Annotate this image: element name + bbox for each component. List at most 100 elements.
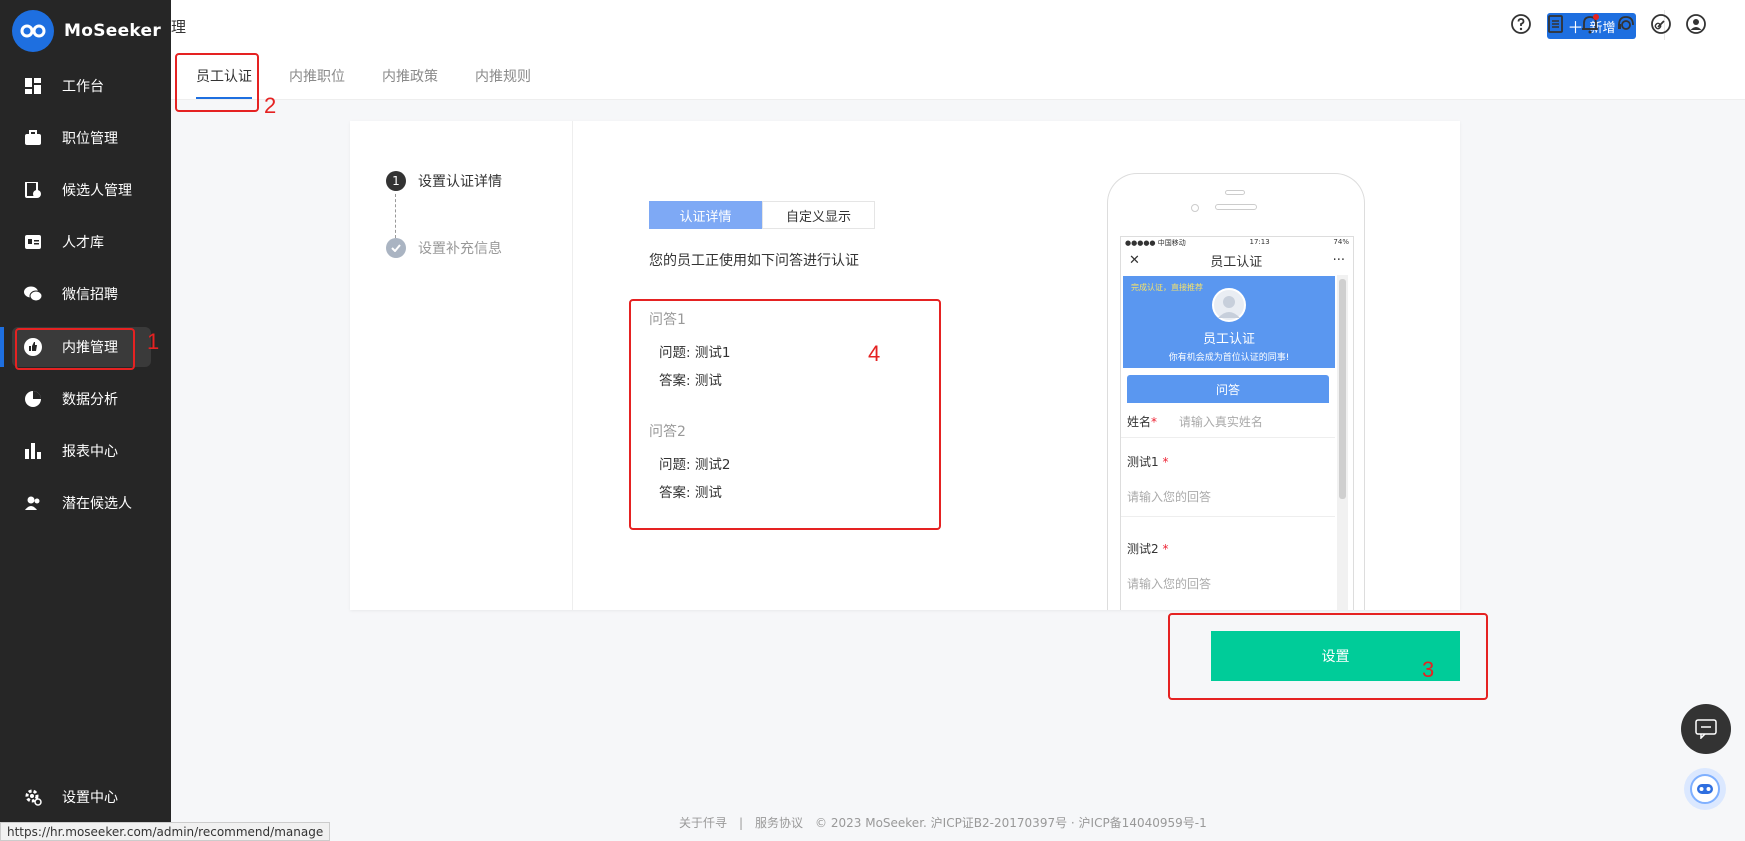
wechat-icon	[24, 285, 42, 303]
header-fragment-text: 理	[171, 18, 187, 36]
chat-icon	[1695, 719, 1717, 739]
annotation-number-2: 2	[264, 93, 277, 118]
annotation-number-1: 1	[147, 329, 160, 354]
step-2-label: 设置补充信息	[418, 241, 502, 257]
phone-screen: ●●●●● 中国移动 17:13 74% ✕ 员工认证 ··· 完成认证，直接推…	[1120, 236, 1354, 610]
sidebar-item-talent-pool[interactable]: 人才库	[0, 216, 171, 268]
sidebar: MoSeeker 工作台 职位管理 候选人管理 人才库 微信招聘 内推管理 数据…	[0, 0, 171, 841]
brand-logo[interactable]: MoSeeker	[12, 10, 161, 52]
sidebar-item-wechat[interactable]: 微信招聘	[0, 268, 171, 320]
tab-referral-jobs[interactable]: 内推职位	[289, 66, 345, 86]
question-2-field[interactable]: 测试2 * 请输入您的回答	[1127, 540, 1211, 592]
phone-sensor	[1225, 190, 1245, 195]
sidebar-item-label: 工作台	[62, 79, 104, 95]
sidebar-item-label: 候选人管理	[62, 183, 132, 199]
logo-mark-icon	[12, 10, 54, 52]
step-number: 1	[386, 171, 406, 191]
annotation-number-4: 4	[868, 341, 881, 366]
sidebar-item-label: 报表中心	[62, 444, 118, 460]
sidebar-item-reports[interactable]: 报表中心	[0, 425, 171, 477]
candidate-doc-icon	[24, 181, 42, 199]
sidebar-item-analytics[interactable]: 数据分析	[0, 373, 171, 425]
bell-icon[interactable]	[1579, 13, 1601, 35]
footer-text: 关于仟寻 | 服务协议 © 2023 MoSeeker. 沪ICP证B2-201…	[679, 816, 1207, 830]
more-icon[interactable]: ···	[1333, 253, 1345, 268]
name-field[interactable]: 姓名* 请输入真实姓名	[1127, 413, 1327, 430]
gear-icon	[24, 788, 42, 806]
annotation-box-2	[175, 53, 259, 112]
user-avatar-icon[interactable]	[1685, 13, 1707, 35]
document-icon[interactable]	[1545, 13, 1567, 35]
banner-tagline: 完成认证，直接推荐	[1131, 283, 1203, 292]
banner-subtitle: 你有机会成为首位认证的同事!	[1168, 353, 1290, 363]
dashboard-icon	[24, 77, 42, 95]
steps-panel: 1 设置认证详情 设置补充信息	[350, 121, 573, 610]
tab-referral-rules[interactable]: 内推规则	[475, 66, 531, 86]
support-agent-icon[interactable]	[1615, 13, 1637, 35]
bar-chart-icon	[24, 442, 42, 460]
required-mark: *	[1162, 455, 1169, 469]
help-icon[interactable]	[1510, 13, 1532, 35]
phone-scrollbar[interactable]	[1339, 279, 1346, 499]
status-url: https://hr.moseeker.com/admin/recommend/…	[0, 822, 331, 841]
link-icon[interactable]	[1650, 13, 1672, 35]
question-1-label: 测试1	[1127, 455, 1159, 469]
banner-title: 员工认证	[1202, 332, 1255, 347]
step-1[interactable]: 1 设置认证详情	[386, 171, 502, 191]
pie-chart-icon	[24, 390, 42, 408]
thumb-up-icon	[24, 338, 42, 356]
required-mark: *	[1162, 542, 1169, 556]
tab-referral-policy[interactable]: 内推政策	[382, 66, 438, 86]
phone-preview: ●●●●● 中国移动 17:13 74% ✕ 员工认证 ··· 完成认证，直接推…	[1107, 173, 1365, 610]
phone-status-bar: ●●●●● 中国移动 17:13 74%	[1121, 237, 1353, 249]
status-time: 17:13	[1249, 238, 1270, 246]
annotation-number-3: 3	[1422, 657, 1435, 682]
sidebar-item-label: 设置中心	[62, 790, 118, 806]
assistant-robot-icon[interactable]	[1684, 768, 1726, 810]
chat-button[interactable]	[1681, 704, 1731, 754]
name-placeholder: 请输入真实姓名	[1178, 415, 1263, 429]
avatar-icon	[1212, 288, 1246, 322]
top-header: 理 ＋ 新增	[171, 0, 1745, 48]
question-2-placeholder: 请输入您的回答	[1127, 577, 1212, 591]
sidebar-item-label: 微信招聘	[62, 287, 118, 303]
question-1-placeholder: 请输入您的回答	[1127, 490, 1212, 504]
verification-banner: 完成认证，直接推荐 员工认证 你有机会成为首位认证的同事!	[1123, 276, 1335, 368]
question-1-field[interactable]: 测试1 * 请输入您的回答	[1127, 453, 1211, 505]
question-2-label: 测试2	[1127, 542, 1159, 556]
sidebar-item-potential[interactable]: 潜在候选人	[0, 477, 171, 529]
sidebar-item-label: 人才库	[62, 235, 104, 251]
sidebar-item-label: 职位管理	[62, 131, 118, 147]
segment-verification-details[interactable]: 认证详情	[649, 201, 762, 229]
sidebar-item-jobs[interactable]: 职位管理	[0, 112, 171, 164]
phone-speaker	[1215, 204, 1257, 210]
sidebar-item-label: 数据分析	[62, 392, 118, 408]
qa-description: 您的员工正使用如下问答进行认证	[649, 253, 859, 269]
required-mark: *	[1151, 415, 1158, 429]
annotation-box-4	[629, 299, 941, 530]
phone-nav-title: 员工认证	[1210, 254, 1263, 270]
tab-bar: 员工认证 内推职位 内推政策 内推规则	[171, 48, 1745, 100]
sidebar-item-candidates[interactable]: 候选人管理	[0, 164, 171, 216]
view-segmented-control: 认证详情 自定义显示	[649, 201, 875, 229]
close-icon[interactable]: ✕	[1129, 253, 1140, 268]
briefcase-icon	[24, 129, 42, 147]
sidebar-item-label: 潜在候选人	[62, 496, 132, 512]
users-icon	[24, 494, 42, 512]
check-icon	[386, 238, 406, 258]
id-card-icon	[24, 233, 42, 251]
step-connector	[395, 194, 396, 238]
brand-name: MoSeeker	[64, 21, 162, 41]
battery-text: 74%	[1333, 238, 1349, 246]
step-1-label: 设置认证详情	[418, 174, 502, 190]
carrier-text: ●●●●● 中国移动	[1125, 239, 1186, 247]
sidebar-item-workbench[interactable]: 工作台	[0, 60, 171, 112]
phone-camera	[1191, 204, 1199, 212]
phone-qa-tab[interactable]: 问答	[1127, 375, 1329, 403]
sidebar-item-label: 内推管理	[62, 340, 118, 356]
sidebar-item-settings[interactable]: 设置中心	[0, 771, 171, 823]
step-2[interactable]: 设置补充信息	[386, 238, 502, 258]
phone-nav-bar: ✕ 员工认证 ···	[1121, 249, 1353, 271]
name-label: 姓名	[1127, 415, 1152, 429]
segment-custom-display[interactable]: 自定义显示	[762, 201, 875, 229]
